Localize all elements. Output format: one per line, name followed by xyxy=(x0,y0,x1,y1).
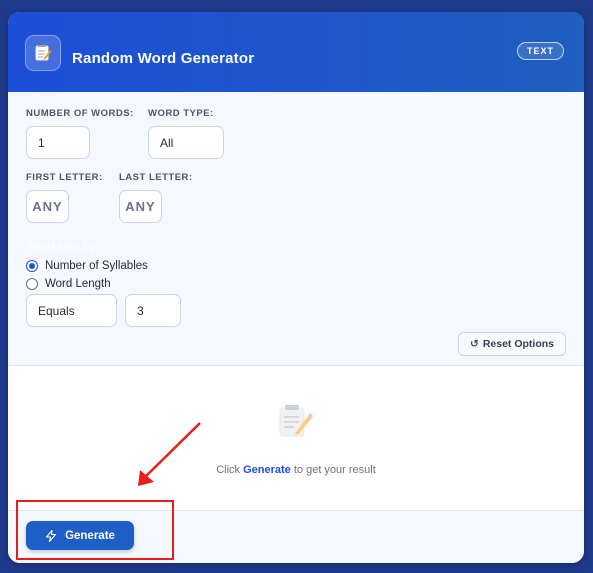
options-panel: NUMBER OF WORDS: 1 WORD TYPE: All FIRST … xyxy=(8,92,584,366)
result-area: Click Generate to get your result xyxy=(8,366,584,511)
last-letter-input[interactable]: ANY xyxy=(119,190,162,223)
radio-word-length-label: Word Length xyxy=(45,278,111,290)
reset-options-button[interactable]: ↺ Reset Options xyxy=(458,332,566,356)
first-letter-input[interactable]: ANY xyxy=(26,190,69,223)
hint-suffix: to get your result xyxy=(293,464,376,476)
radio-unselected-icon[interactable] xyxy=(26,278,38,290)
radio-syllables-label: Number of Syllables xyxy=(45,260,148,272)
word-type-select[interactable]: All xyxy=(148,126,224,159)
number-of-words-input[interactable]: 1 xyxy=(26,126,90,159)
annotation-arrow xyxy=(138,422,201,486)
notepad-placeholder-icon xyxy=(274,402,314,442)
notepad-icon xyxy=(25,35,61,71)
hint-prefix: Click xyxy=(216,464,241,476)
annotation-highlight-box xyxy=(16,500,174,560)
reset-options-label: Reset Options xyxy=(482,338,554,350)
radio-word-length[interactable]: Word Length xyxy=(26,278,111,290)
radio-selected-icon[interactable] xyxy=(26,260,38,272)
first-letter-label: FIRST LETTER: xyxy=(26,172,103,183)
radio-syllables[interactable]: Number of Syllables xyxy=(26,260,148,272)
category-badge: TEXT xyxy=(516,42,564,60)
hint-action: Generate xyxy=(243,464,291,476)
word-type-label: WORD TYPE: xyxy=(148,108,214,119)
generator-card: Random Word Generator TEXT NUMBER OF WOR… xyxy=(8,12,584,563)
word-size-label: Word size by: xyxy=(26,239,99,253)
result-hint: Click Generate to get your result xyxy=(8,464,584,476)
size-amount-input[interactable]: 3 xyxy=(125,294,181,327)
reset-icon: ↺ xyxy=(470,338,479,350)
comparator-select[interactable]: Equals xyxy=(26,294,117,327)
page-title: Random Word Generator xyxy=(72,50,255,67)
number-of-words-label: NUMBER OF WORDS: xyxy=(26,108,134,119)
last-letter-label: LAST LETTER: xyxy=(119,172,193,183)
card-header: Random Word Generator TEXT xyxy=(8,12,584,92)
